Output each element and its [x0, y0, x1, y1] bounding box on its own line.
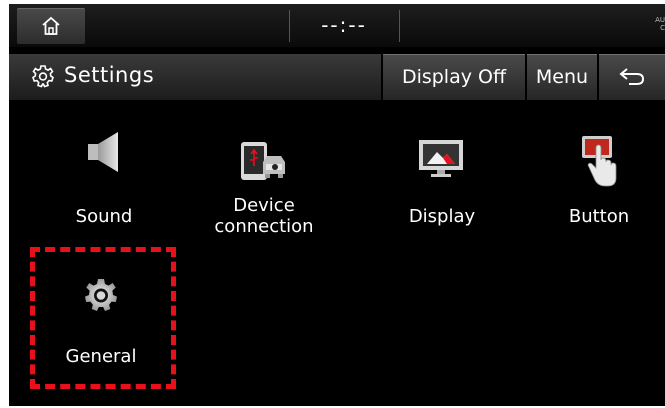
- sound-item[interactable]: Sound: [39, 130, 169, 240]
- hand-press-icon: [582, 136, 617, 187]
- device-connection-label: Device connection: [214, 195, 314, 237]
- home-icon: [42, 16, 60, 35]
- page-title: Settings: [64, 63, 155, 87]
- status-corner-text: AU C: [655, 16, 665, 32]
- highlight-box: [30, 247, 176, 389]
- speaker-icon: [88, 132, 118, 172]
- sound-label: Sound: [75, 206, 133, 227]
- status-divider: [399, 10, 400, 42]
- display-label: Display: [408, 206, 476, 227]
- display-off-button[interactable]: Display Off: [383, 54, 525, 100]
- home-button[interactable]: [17, 8, 85, 44]
- title-bar: Settings Display Off Menu: [9, 54, 665, 100]
- display-item[interactable]: Display: [377, 130, 507, 240]
- gear-icon: [32, 65, 54, 88]
- button-label: Button: [568, 206, 630, 227]
- clock: --:--: [321, 13, 367, 37]
- back-arrow-icon: [619, 68, 645, 85]
- back-button[interactable]: [599, 54, 665, 100]
- phone-car-icon: [241, 142, 285, 180]
- button-item[interactable]: Button: [534, 130, 664, 240]
- head-unit-screen: --:-- AU C Settings Display Off Menu Sou…: [9, 4, 665, 406]
- status-divider: [289, 10, 290, 42]
- status-bar: --:-- AU C: [9, 4, 665, 47]
- display-icon: [419, 140, 463, 177]
- menu-button[interactable]: Menu: [527, 54, 597, 100]
- device-connection-item[interactable]: Device connection: [189, 130, 339, 245]
